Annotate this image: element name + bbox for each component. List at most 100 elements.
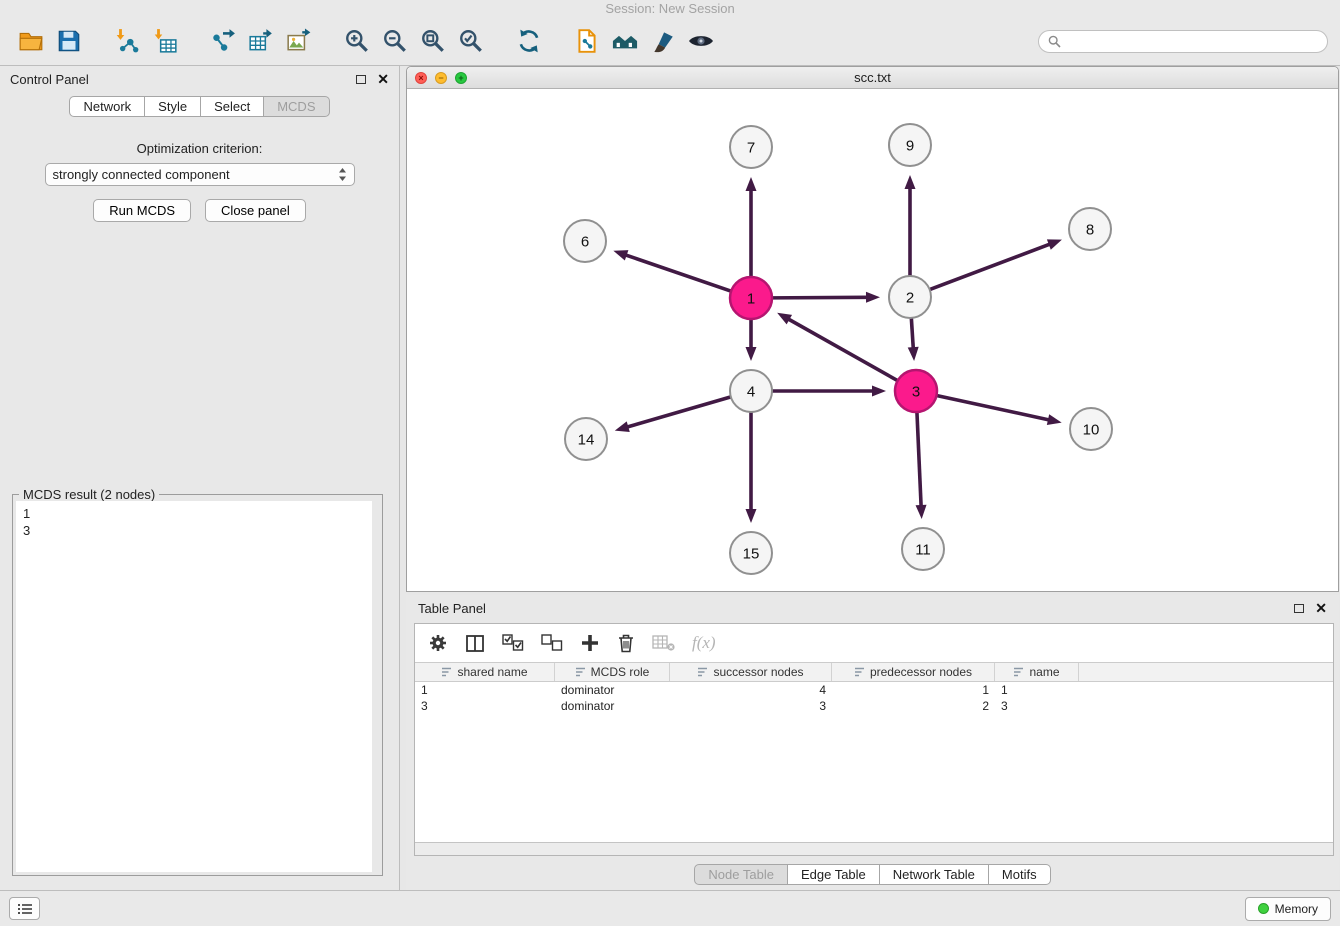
zoom-window-icon[interactable]: + [455,72,467,84]
search-input[interactable] [1066,34,1318,49]
table-panel: Table Panel ✕ [406,595,1339,890]
edge-3-to-11[interactable] [916,412,927,519]
table-cell[interactable]: 2 [832,698,995,714]
edge-1-to-4[interactable] [746,319,757,361]
toolbar-search-field[interactable] [1038,30,1328,53]
edge-arrowhead [866,292,880,303]
close-table-panel-icon[interactable]: ✕ [1315,602,1327,614]
edge-4-to-3[interactable] [772,386,886,397]
graph-node-14[interactable]: 14 [565,418,607,460]
graph-node-8[interactable]: 8 [1069,208,1111,250]
graph-node-11[interactable]: 11 [902,528,944,570]
deselect-all-button[interactable] [541,634,563,652]
export-image-button[interactable] [280,24,318,58]
import-table-button[interactable] [146,24,184,58]
minimize-window-icon[interactable]: − [435,72,447,84]
add-column-button[interactable] [580,633,600,653]
graph-node-6[interactable]: 6 [564,220,606,262]
mcds-result-list[interactable]: 13 [16,501,372,872]
tab-mcds[interactable]: MCDS [264,96,329,117]
zoom-out-button[interactable] [376,24,414,58]
appearance-brush-button[interactable] [644,24,682,58]
close-panel-button[interactable]: Close panel [205,199,306,222]
memory-button[interactable]: Memory [1245,897,1331,921]
graph-node-4[interactable]: 4 [730,370,772,412]
task-history-button[interactable] [9,897,40,920]
table-cell[interactable]: 3 [995,698,1079,714]
export-table-button[interactable] [242,24,280,58]
table-cell[interactable]: 3 [670,698,832,714]
close-panel-icon[interactable]: ✕ [377,73,389,85]
delete-column-button[interactable] [617,633,635,653]
show-hide-button[interactable] [682,24,720,58]
table-tab-network-table[interactable]: Network Table [880,864,989,885]
table-cell[interactable]: 1 [415,682,555,698]
column-header-name[interactable]: name [995,663,1079,681]
graph-node-2[interactable]: 2 [889,276,931,318]
network-window-titlebar[interactable]: × − + scc.txt [407,67,1338,89]
export-image-icon [286,28,312,54]
graph-node-1[interactable]: 1 [730,277,772,319]
tab-select[interactable]: Select [201,96,264,117]
graph-node-15[interactable]: 15 [730,532,772,574]
copy-network-button[interactable] [568,24,606,58]
float-table-panel-icon[interactable] [1294,604,1304,613]
criterion-dropdown[interactable]: strongly connected component [45,163,355,186]
table-horizontal-scrollbar[interactable] [415,842,1333,855]
zoom-fit-button[interactable] [414,24,452,58]
column-header-label: MCDS role [591,665,650,679]
edge-1-to-6[interactable] [613,250,731,291]
edge-4-to-15[interactable] [746,412,757,523]
edge-3-to-10[interactable] [937,395,1062,425]
column-header-shared-name[interactable]: shared name [415,663,555,681]
column-header-successor-nodes[interactable]: successor nodes [670,663,832,681]
zoom-in-button[interactable] [338,24,376,58]
refresh-layout-button[interactable] [510,24,548,58]
graph-node-7[interactable]: 7 [730,126,772,168]
table-cell[interactable]: 1 [995,682,1079,698]
open-folder-button[interactable] [12,24,50,58]
table-panel-title: Table Panel [418,601,486,616]
network-canvas[interactable]: 7 9 6 8 1 2 3 4 14 10 15 11 [407,89,1338,591]
table-cell[interactable]: dominator [555,682,670,698]
select-all-button[interactable] [502,634,524,652]
table-tab-edge-table[interactable]: Edge Table [788,864,880,885]
graph-node-10[interactable]: 10 [1070,408,1112,450]
zoom-selected-button[interactable] [452,24,490,58]
table-cell[interactable]: 1 [832,682,995,698]
edge-1-to-2[interactable] [772,292,880,303]
edge-3-to-1[interactable] [777,313,898,381]
table-tab-node-table[interactable]: Node Table [694,864,788,885]
edge-1-to-7[interactable] [746,177,757,277]
tab-style[interactable]: Style [145,96,201,117]
save-session-button[interactable] [50,24,88,58]
table-row[interactable]: 1dominator411 [415,682,1333,698]
export-network-button[interactable] [204,24,242,58]
column-header-label: successor nodes [713,665,803,679]
import-network-button[interactable] [108,24,146,58]
float-window-icon[interactable] [356,75,366,84]
table-row[interactable]: 3dominator323 [415,698,1333,714]
column-header-label: name [1029,665,1059,679]
table-cell[interactable]: dominator [555,698,670,714]
function-builder-button-disabled: f(x) [692,633,716,653]
edge-2-to-8[interactable] [930,239,1062,289]
run-mcds-button[interactable]: Run MCDS [93,199,191,222]
node-table: f(x) shared name MCDS role successor nodes… [414,623,1334,856]
edge-2-to-9[interactable] [905,175,916,276]
column-header-MCDS-role[interactable]: MCDS role [555,663,670,681]
edge-2-to-3[interactable] [908,318,919,361]
close-window-icon[interactable]: × [415,72,427,84]
column-header-predecessor-nodes[interactable]: predecessor nodes [832,663,995,681]
table-settings-button[interactable] [428,633,448,653]
graph-node-9[interactable]: 9 [889,124,931,166]
sort-column-icon [1013,667,1024,677]
table-cell[interactable]: 3 [415,698,555,714]
table-tab-motifs[interactable]: Motifs [989,864,1051,885]
tab-network[interactable]: Network [69,96,145,117]
first-neighbors-button[interactable] [606,24,644,58]
show-columns-button[interactable] [465,634,485,653]
graph-node-3[interactable]: 3 [895,370,937,412]
edge-4-to-14[interactable] [615,397,731,432]
table-cell[interactable]: 4 [670,682,832,698]
